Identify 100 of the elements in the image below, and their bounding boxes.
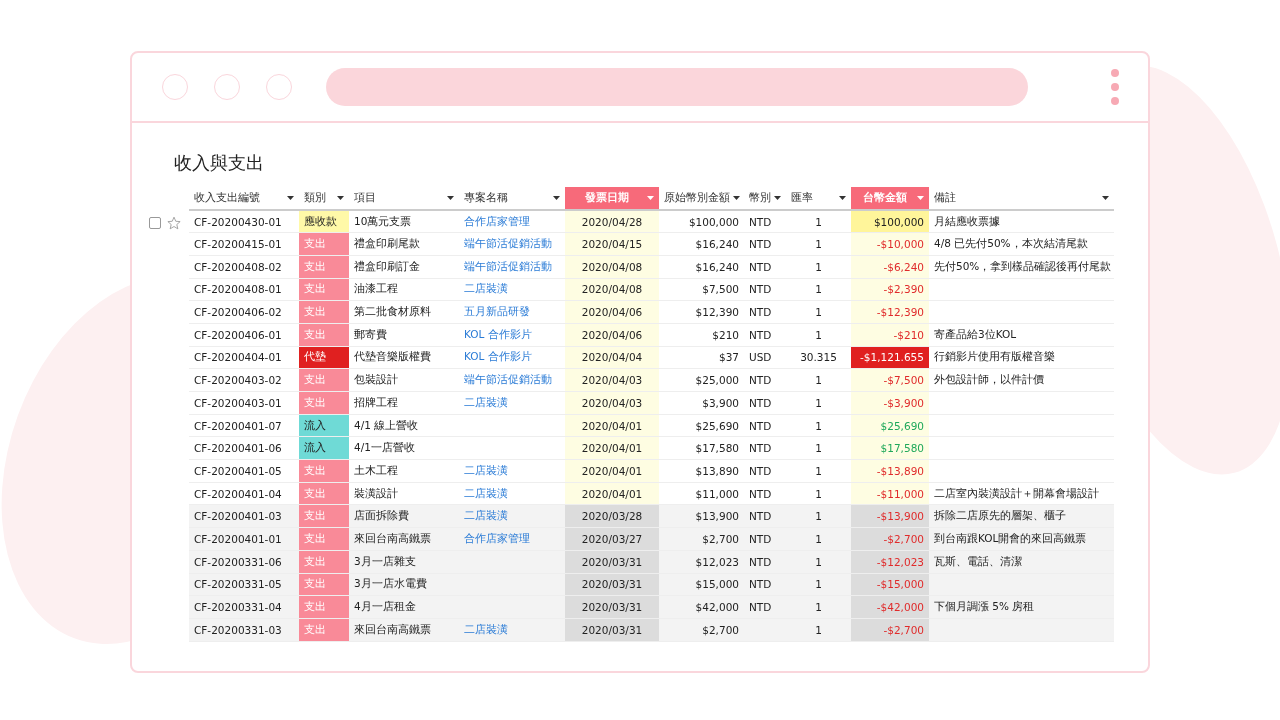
caret-icon[interactable]	[553, 196, 560, 200]
table-cell: 2020/04/06	[565, 300, 659, 324]
table-cell: $17,580	[659, 436, 744, 460]
project-link[interactable]: 端午節活促銷活動	[464, 237, 552, 250]
table-cell: $11,000	[659, 482, 744, 505]
star-icon[interactable]	[167, 216, 181, 230]
table-cell: CF-20200406-02	[194, 306, 282, 319]
caret-icon[interactable]	[287, 196, 294, 200]
project-link[interactable]: KOL 合作影片	[464, 327, 532, 340]
table-cell: 4/1一店營收	[349, 436, 459, 460]
amount-text: -$3,900	[883, 396, 924, 409]
project-link[interactable]: 二店裝潢	[464, 282, 508, 295]
category-tag: 流入	[299, 436, 349, 460]
column-header[interactable]: 台幣金額	[851, 187, 929, 210]
table-cell: NTD	[749, 510, 772, 523]
category-tag: 支出	[299, 255, 349, 279]
column-header[interactable]: 幣別	[744, 187, 786, 210]
table-cell: 拆除二店原先的層架、櫃子	[934, 509, 1066, 522]
table-cell: NTD	[749, 442, 772, 455]
table-cell: CF-20200401-01	[194, 532, 282, 545]
table-cell: 2020/03/27	[565, 527, 659, 551]
caret-icon[interactable]	[733, 196, 740, 200]
category-tag: 支出	[299, 595, 349, 619]
table-cell: 2020/04/15	[565, 232, 659, 256]
amount-text: -$42,000	[876, 601, 924, 614]
table-cell: 下個月調漲 5% 房租	[934, 600, 1035, 613]
caret-icon[interactable]	[839, 196, 846, 200]
project-link[interactable]: 端午節活促銷活動	[464, 259, 552, 272]
table-cell: CF-20200331-03	[194, 623, 282, 636]
project-link[interactable]: KOL 合作影片	[464, 350, 532, 363]
category-tag: 支出	[299, 550, 349, 573]
table-cell: $16,240	[659, 232, 744, 256]
table-cell: 店面拆除費	[349, 504, 459, 528]
table-cell: 2020/03/31	[565, 550, 659, 573]
project-link[interactable]: 五月新品研發	[464, 305, 530, 318]
project-link[interactable]: 二店裝潢	[464, 486, 508, 499]
project-link[interactable]: 二店裝潢	[464, 395, 508, 408]
amount-text: -$12,390	[876, 306, 924, 319]
table-cell: 瓦斯、電話、清潔	[934, 554, 1022, 567]
table-cell: 到台南跟KOL開會的來回高鐵票	[934, 531, 1087, 544]
table-cell: 3月一店水電費	[349, 573, 459, 596]
table-cell: 4/8 已先付50%，本次結清尾款	[934, 237, 1088, 250]
column-header[interactable]: 備註	[929, 187, 1114, 210]
table-cell: NTD	[749, 396, 772, 409]
amount-text: $100,000	[873, 215, 924, 228]
category-tag: 支出	[299, 391, 349, 415]
table-cell: 2020/04/03	[565, 391, 659, 415]
table-cell: NTD	[749, 260, 772, 273]
table-cell: CF-20200401-07	[194, 419, 282, 432]
category-tag: 應收款	[299, 210, 349, 233]
column-header[interactable]: 原始幣別金額	[659, 187, 744, 210]
table-cell: 2020/04/08	[565, 278, 659, 301]
table-cell: CF-20200415-01	[194, 238, 282, 251]
more-icon[interactable]	[1110, 69, 1120, 105]
table-cell: $13,890	[659, 459, 744, 483]
category-tag: 支出	[299, 300, 349, 324]
table-cell: 禮盒印刷訂金	[349, 255, 459, 279]
table-cell: 2020/04/01	[565, 414, 659, 437]
table-cell: $25,690	[659, 414, 744, 437]
table-cell: 代墊音樂版權費	[349, 346, 459, 369]
table-cell: 行銷影片使用有版權音樂	[934, 350, 1055, 363]
project-link[interactable]: 合作店家管理	[464, 214, 530, 227]
table-cell: USD	[749, 351, 772, 364]
table-cell: CF-20200404-01	[194, 351, 282, 364]
table-cell: $2,700	[659, 618, 744, 642]
table-cell: $16,240	[659, 255, 744, 279]
table-cell: NTD	[749, 487, 772, 500]
caret-icon[interactable]	[774, 196, 781, 200]
table-cell: 郵寄費	[349, 323, 459, 347]
table-cell: $42,000	[659, 595, 744, 619]
table-cell: 1	[786, 550, 851, 573]
table-cell: CF-20200331-06	[194, 555, 282, 568]
table-cell: NTD	[749, 283, 772, 296]
table-cell: $25,000	[659, 368, 744, 392]
caret-icon[interactable]	[337, 196, 344, 200]
table-cell: 1	[786, 527, 851, 551]
project-link[interactable]: 端午節活促銷活動	[464, 373, 552, 386]
category-tag: 支出	[299, 323, 349, 347]
table-cell: $13,900	[659, 504, 744, 528]
table-cell: CF-20200331-04	[194, 601, 282, 614]
caret-icon[interactable]	[447, 196, 454, 200]
table-cell: 來回台南高鐵票	[349, 618, 459, 642]
table-cell: 10萬元支票	[349, 210, 459, 233]
amount-text: -$2,700	[883, 623, 924, 636]
amount-text: $25,690	[880, 419, 924, 432]
project-link[interactable]: 二店裝潢	[464, 463, 508, 476]
table-cell: NTD	[749, 555, 772, 568]
column-header[interactable]: 項目	[349, 187, 459, 210]
table-cell: CF-20200401-05	[194, 464, 282, 477]
caret-icon[interactable]	[1102, 196, 1109, 200]
column-header[interactable]: 收入支出編號	[189, 187, 299, 210]
table-cell: 2020/03/28	[565, 504, 659, 528]
checkbox[interactable]	[149, 217, 161, 229]
table-cell: CF-20200401-04	[194, 487, 282, 500]
table-cell: $12,023	[659, 550, 744, 573]
amount-text: -$13,900	[876, 510, 924, 523]
table-cell: CF-20200403-02	[194, 374, 282, 387]
column-header[interactable]: 發票日期	[565, 187, 659, 210]
category-tag: 支出	[299, 618, 349, 642]
category-tag: 支出	[299, 482, 349, 505]
